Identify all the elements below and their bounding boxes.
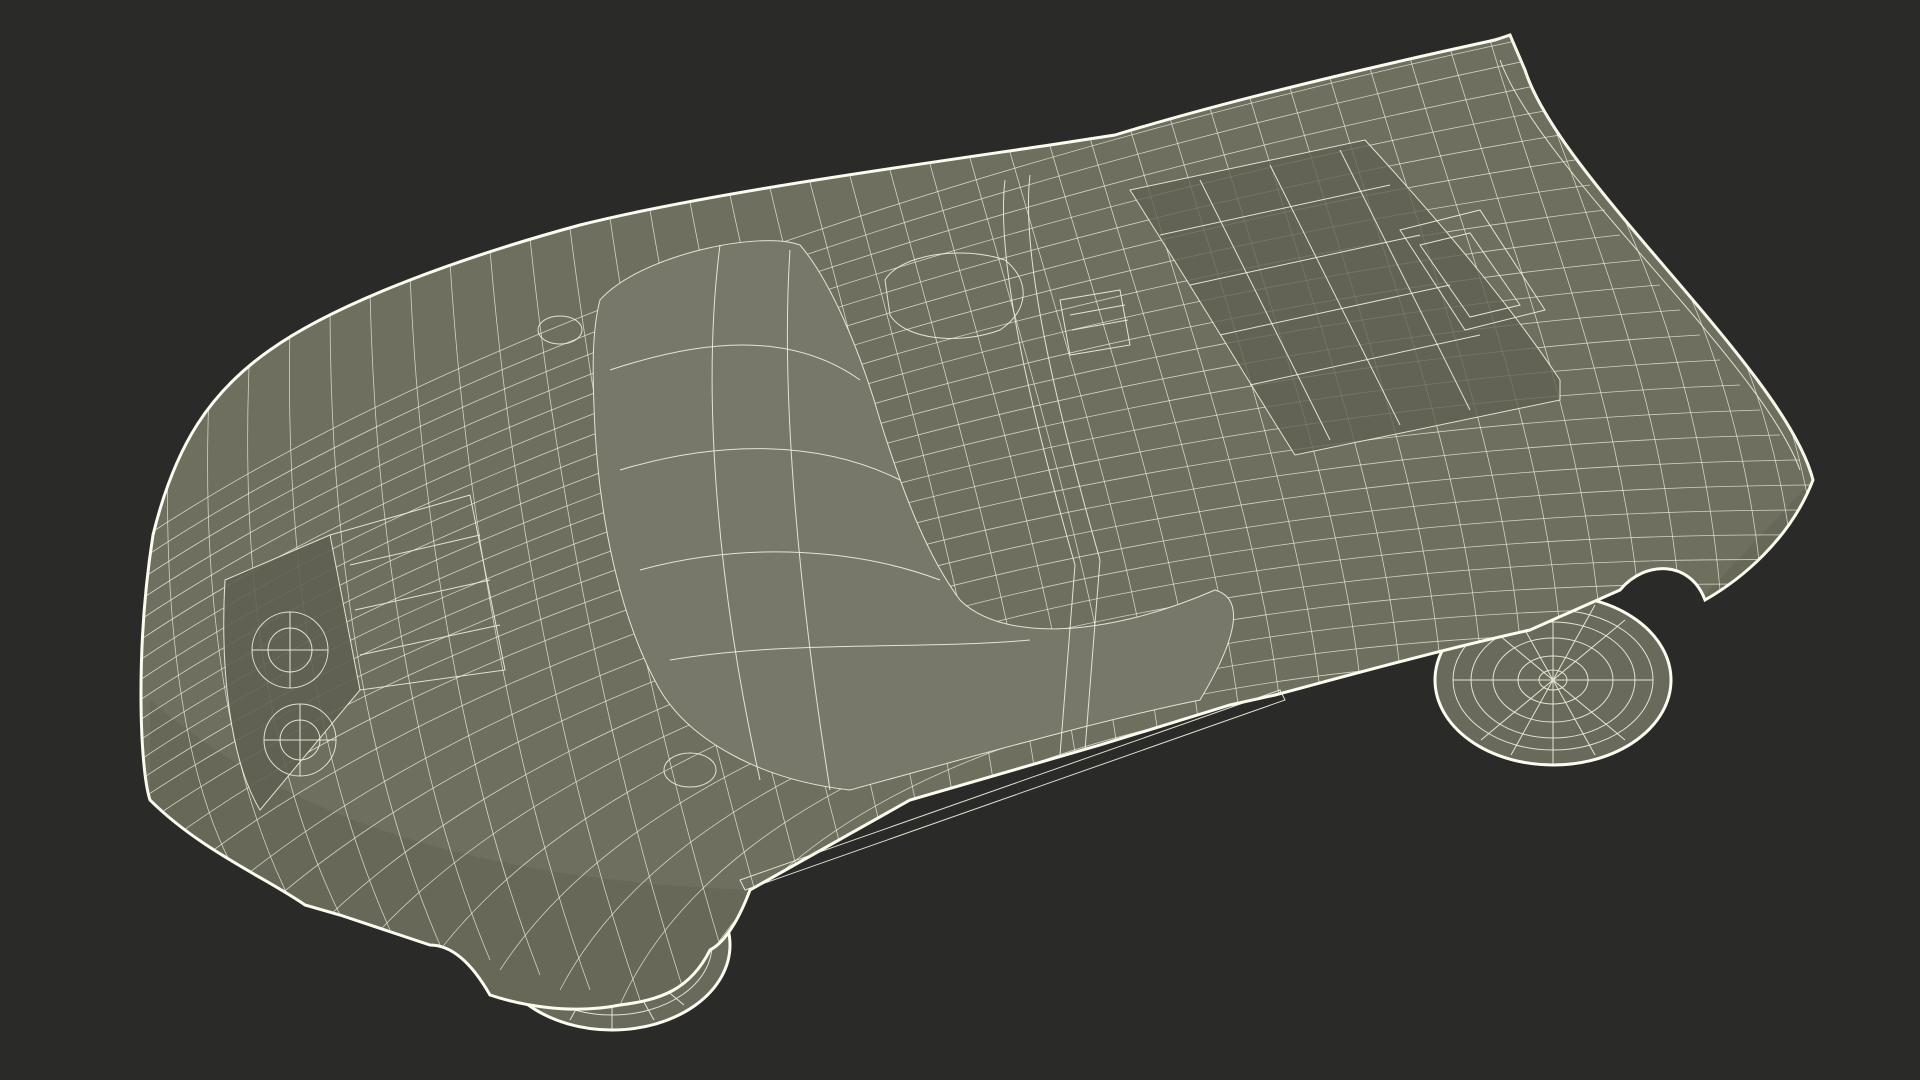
car-body <box>139 33 1815 1011</box>
render-viewport <box>0 0 1920 1080</box>
car-wireframe-icon <box>139 33 1815 1032</box>
